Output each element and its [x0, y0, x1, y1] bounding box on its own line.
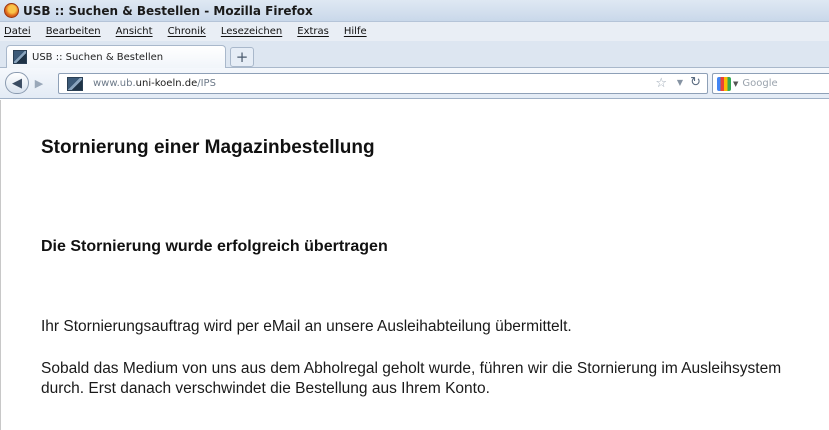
search-bar[interactable]: ▼ Google: [712, 73, 829, 94]
url-bar[interactable]: www.ub.uni-koeln.de/IPS ☆ ▼ ↻: [58, 73, 708, 94]
menu-item-extras[interactable]: Extras: [295, 25, 331, 38]
tab-bar: USB :: Suchen & Bestellen +: [0, 41, 829, 68]
forward-button[interactable]: ▶: [31, 75, 47, 91]
tab-label: USB :: Suchen & Bestellen: [32, 51, 164, 63]
page-title: Stornierung einer Magazinbestellung: [41, 137, 375, 158]
url-path: /IPS: [197, 78, 216, 89]
forward-arrow-icon: ▶: [34, 76, 44, 90]
url-domain: uni-koeln.de: [135, 78, 198, 89]
navigation-toolbar: ◀ ▶ www.ub.uni-koeln.de/IPS ☆ ▼ ↻ ▼ Goog…: [0, 68, 829, 99]
info-paragraph: Ihr Stornierungsauftrag wird per eMail a…: [41, 318, 572, 335]
url-prefix: www.ub.: [93, 78, 136, 89]
tab-usb-suchen-bestellen[interactable]: USB :: Suchen & Bestellen: [6, 45, 226, 68]
star-icon[interactable]: ☆: [655, 76, 667, 91]
url-text[interactable]: www.ub.uni-koeln.de/IPS: [93, 78, 216, 89]
menu-item-ansicht[interactable]: Ansicht: [114, 25, 155, 38]
back-button[interactable]: ◀: [5, 72, 29, 94]
page-subtitle: Die Stornierung wurde erfolgreich übertr…: [41, 238, 388, 255]
search-placeholder: Google: [742, 78, 778, 89]
firefox-icon: [4, 3, 19, 18]
page-content: Stornierung einer Magazinbestellung Die …: [0, 100, 829, 430]
window-title: USB :: Suchen & Bestellen - Mozilla Fire…: [23, 3, 313, 18]
menu-item-hilfe[interactable]: Hilfe: [342, 25, 369, 38]
detail-paragraph: Sobald das Medium von uns aus dem Abholr…: [41, 360, 782, 397]
menu-item-datei[interactable]: Datei: [2, 25, 33, 38]
reload-icon[interactable]: ↻: [690, 75, 701, 90]
back-arrow-icon: ◀: [12, 75, 22, 91]
history-dropdown-icon[interactable]: ▼: [677, 78, 683, 87]
site-identity-icon[interactable]: [67, 76, 83, 91]
menu-item-lesezeichen[interactable]: Lesezeichen: [219, 25, 284, 38]
menu-bar: Datei Bearbeiten Ansicht Chronik Lesezei…: [0, 22, 829, 41]
google-icon[interactable]: [717, 76, 731, 91]
menu-item-chronik[interactable]: Chronik: [166, 25, 208, 38]
new-tab-button[interactable]: +: [230, 47, 254, 67]
window-titlebar: USB :: Suchen & Bestellen - Mozilla Fire…: [0, 0, 829, 22]
search-engine-dropdown-icon[interactable]: ▼: [733, 80, 738, 88]
menu-item-bearbeiten[interactable]: Bearbeiten: [44, 25, 103, 38]
site-favicon-icon: [13, 50, 27, 64]
